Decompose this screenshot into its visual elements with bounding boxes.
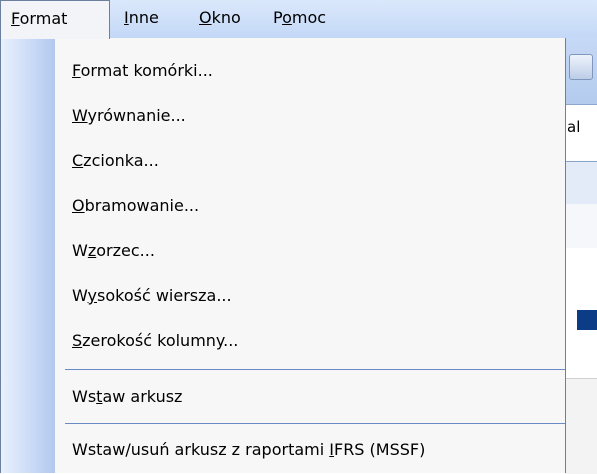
menu-separator [65,423,565,424]
app-background: al [565,38,597,474]
menu-item-wstaw-arkusz[interactable]: Wstaw arkusz [55,377,565,417]
menu-item-wzorzec[interactable]: Wzorzec... [55,231,565,271]
menu-item-wysokosc-wiersza[interactable]: Wysokość wiersza... [55,276,565,316]
menu-item-szerokosc-kolumny[interactable]: Szerokość kolumny... [55,321,565,361]
menu-item-wyrownanie[interactable]: Wyrównanie... [55,96,565,136]
menu-format[interactable]: Format [0,0,110,39]
menu-inne[interactable]: Inne [124,0,159,38]
banner-fragment [577,310,597,330]
menu-okno[interactable]: Okno [199,0,241,38]
menu-pomoc[interactable]: Pomoc [273,0,326,38]
menu-bar: Format Inne Okno Pomoc [0,0,597,39]
menu-icon-gutter [1,38,55,473]
menu-item-obramowanie[interactable]: Obramowanie... [55,186,565,226]
menu-item-format-komorki[interactable]: Format komórki... [55,51,565,91]
toolbar-strip-2 [565,162,597,204]
format-dropdown-menu: Format komórki... Wyrównanie... Czcionka… [0,38,566,473]
menu-item-czcionka[interactable]: Czcionka... [55,141,565,181]
toolbar-strip [565,38,597,104]
font-name-combo[interactable]: al [567,118,580,136]
toolbar-button-icon[interactable] [569,54,593,80]
menu-item-wstaw-usun-arkusz-ifrs[interactable]: Wstaw/usuń arkusz z raportami IFRS (MSSF… [55,430,565,470]
formula-bar [565,204,597,249]
worksheet-area-lower [565,378,597,474]
menu-separator [65,369,565,370]
